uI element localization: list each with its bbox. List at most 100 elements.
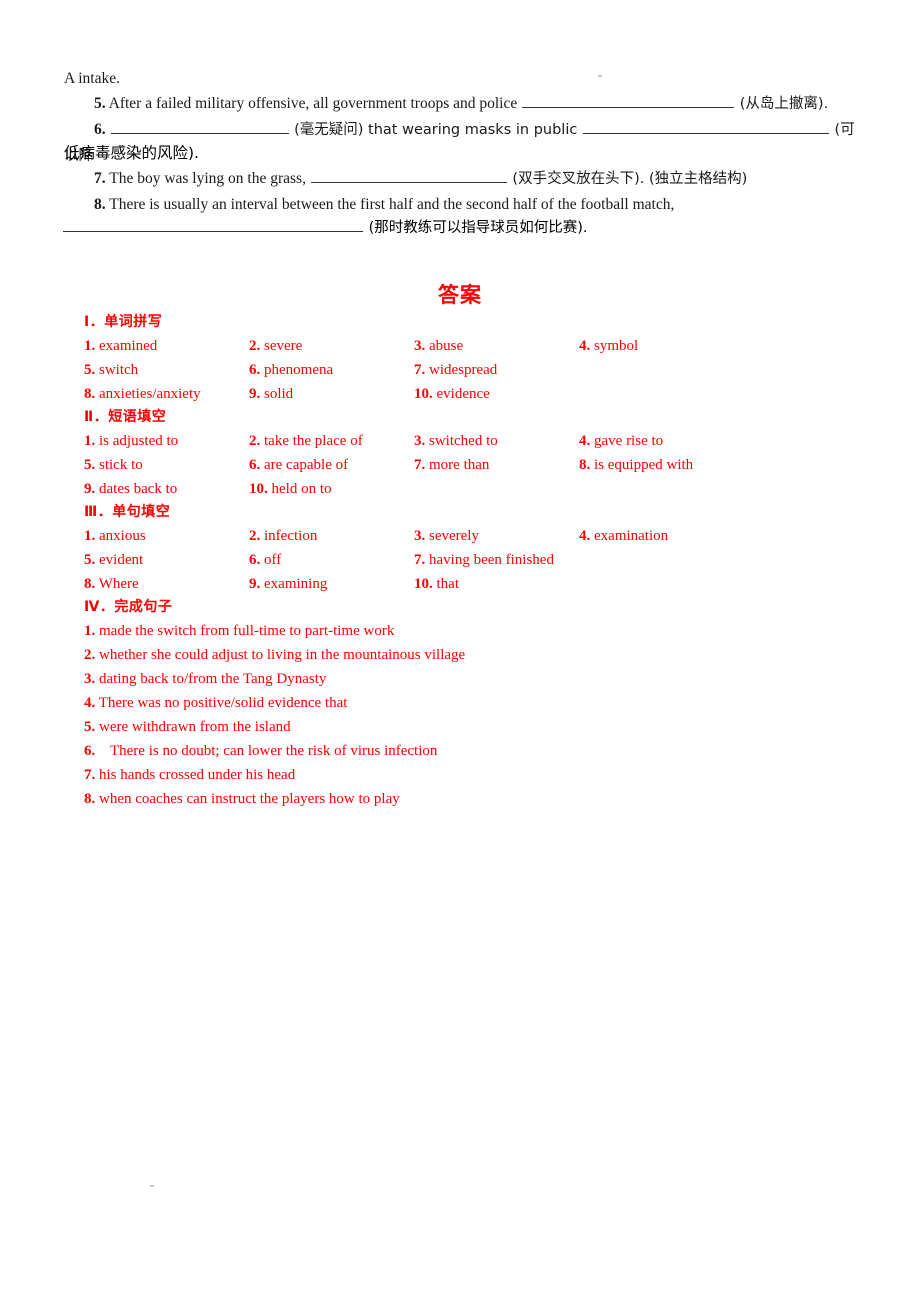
answer-text: held on to: [267, 481, 332, 497]
question-number: 5.: [94, 95, 106, 112]
answer-item: 3. dating back to/from the Tang Dynasty: [84, 667, 884, 691]
answer-item: 7. widespread: [414, 358, 579, 382]
answer-number: 3.: [414, 528, 426, 544]
answer-number: 6.: [249, 552, 261, 568]
answer-text: anxieties/anxiety: [95, 386, 201, 402]
answer-text: anxious: [95, 528, 146, 544]
answer-number: 2.: [249, 433, 261, 449]
answer-text: Where: [95, 576, 139, 592]
answer-number: 9.: [249, 386, 261, 402]
answer-item: 5. were withdrawn from the island: [84, 715, 884, 739]
answer-item: 5. evident: [84, 548, 249, 572]
answer-text: are capable of: [260, 457, 349, 473]
answer-item: 4. symbol: [579, 334, 744, 358]
answer-text: made the switch from full-time to part-t…: [95, 623, 395, 639]
answer-number: 3.: [84, 671, 96, 687]
answer-number: 8.: [579, 457, 591, 473]
answer-number: 5.: [84, 552, 96, 568]
answer-item: 5. stick to: [84, 453, 249, 477]
exercise-question-8: 8. There is usually an interval between …: [64, 192, 864, 217]
answer-text: severely: [425, 528, 479, 544]
section-heading-3: Ⅲ．单句填空: [84, 504, 171, 520]
answer-item: 6. off: [249, 548, 414, 572]
exercise-question-5: 5. After a failed military offensive, al…: [64, 91, 856, 117]
answer-text: dates back to: [95, 481, 178, 497]
question-number: 7.: [94, 170, 106, 187]
answer-text: take the place of: [260, 433, 363, 449]
answer-number: 8.: [84, 386, 96, 402]
answer-text: examined: [95, 338, 158, 354]
answer-number: 2.: [249, 528, 261, 544]
answer-number: 8.: [84, 791, 96, 807]
answer-row: 1. anxious 2. infection 3. severely 4. e…: [84, 524, 884, 548]
answer-item: 4. There was no positive/solid evidence …: [84, 691, 884, 715]
answer-text: solid: [260, 386, 294, 402]
carryover-text: A intake.: [64, 70, 120, 87]
carryover-line: A intake.: [64, 66, 856, 91]
exercise-question-7: 7. The boy was lying on the grass, (双手交叉…: [64, 166, 856, 192]
answer-text: phenomena: [260, 362, 334, 378]
answer-number: 2.: [249, 338, 261, 354]
answer-number: 6.: [249, 362, 261, 378]
answer-number: 3.: [414, 433, 426, 449]
answer-item: 8. when coaches can instruct the players…: [84, 787, 884, 811]
question-text-pre: After a failed military offensive, all g…: [105, 95, 522, 112]
answer-blank[interactable]: [63, 216, 363, 232]
answer-row: 8. anxieties/anxiety 9. solid 10. eviden…: [84, 382, 884, 406]
answer-item: 5. switch: [84, 358, 249, 382]
section-heading-4: Ⅳ．完成句子: [84, 599, 173, 615]
answer-item: 8. anxieties/anxiety: [84, 382, 249, 406]
question-hint: (双手交叉放在头下). (独立主格结构): [507, 171, 748, 187]
answer-item: 3. abuse: [414, 334, 579, 358]
answer-item: 7. more than: [414, 453, 579, 477]
document-page: A intake. 5. After a failed military off…: [0, 0, 920, 1302]
answer-blank[interactable]: [582, 118, 829, 134]
answer-item: 1. examined: [84, 334, 249, 358]
answer-item: 2. infection: [249, 524, 414, 548]
answer-item: 10. that: [414, 572, 579, 596]
answer-item: 3. severely: [414, 524, 579, 548]
exercise-block-lower: 7. The boy was lying on the grass, (双手交叉…: [64, 166, 856, 217]
answer-blank[interactable]: [310, 167, 507, 183]
answer-number: 2.: [84, 647, 96, 663]
answer-row: 5. evident 6. off 7. having been finishe…: [84, 548, 884, 572]
answer-row: 1. is adjusted to 2. take the place of 3…: [84, 429, 884, 453]
question-hint: (从岛上撤离).: [735, 96, 829, 112]
answer-number: 7.: [414, 362, 426, 378]
answer-item: 8. is equipped with: [579, 453, 744, 477]
answer-item: 2. take the place of: [249, 429, 414, 453]
answer-item: 3. switched to: [414, 429, 579, 453]
answer-number: 10.: [414, 386, 433, 402]
answer-blank[interactable]: [522, 92, 735, 108]
answer-row: 9. dates back to 10. held on to: [84, 477, 884, 501]
answer-text: is equipped with: [590, 457, 694, 473]
answer-row: 1. examined 2. severe 3. abuse 4. symbol: [84, 334, 884, 358]
answer-item: 1. is adjusted to: [84, 429, 249, 453]
answer-text: when coaches can instruct the players ho…: [95, 791, 400, 807]
answer-text: severe: [260, 338, 303, 354]
answer-number: 1.: [84, 623, 96, 639]
answer-text: There was no positive/solid evidence tha…: [95, 695, 348, 711]
answer-item: 7. his hands crossed under his head: [84, 763, 884, 787]
scan-artifact-bottom: [150, 1185, 154, 1187]
section-heading-1: Ⅰ．单词拼写: [84, 314, 163, 330]
answer-text: his hands crossed under his head: [95, 767, 296, 783]
answer-number: 7.: [84, 767, 96, 783]
answer-item: 9. solid: [249, 382, 414, 406]
answer-text: whether she could adjust to living in th…: [95, 647, 466, 663]
answer-text: is adjusted to: [95, 433, 179, 449]
answer-blank[interactable]: [110, 118, 289, 134]
question-hint-wrap: (那时教练可以指导球员如何比赛).: [364, 220, 588, 236]
answer-number: 5.: [84, 719, 96, 735]
answer-item: 6. are capable of: [249, 453, 414, 477]
section-heading-2: Ⅱ．短语填空: [84, 409, 167, 425]
answer-number: 4.: [84, 695, 96, 711]
answer-number: 4.: [579, 433, 591, 449]
answer-item: 7. having been finished: [414, 548, 554, 572]
exercise-question-8-wrap: (那时教练可以指导球员如何比赛).: [62, 215, 588, 241]
answer-text: that: [432, 576, 460, 592]
answer-text: having been finished: [425, 552, 554, 568]
answer-number: 3.: [414, 338, 426, 354]
answer-row: 5. stick to 6. are capable of 7. more th…: [84, 453, 884, 477]
answer-number: 10.: [414, 576, 433, 592]
